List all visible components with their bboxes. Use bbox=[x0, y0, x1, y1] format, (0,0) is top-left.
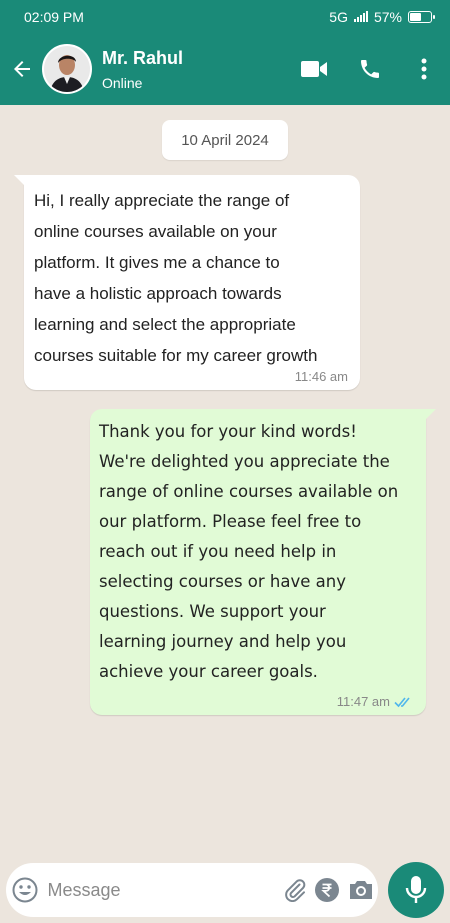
voice-message-button[interactable] bbox=[388, 862, 444, 918]
avatar[interactable] bbox=[42, 44, 92, 94]
battery-icon bbox=[408, 10, 435, 23]
incoming-message[interactable]: Hi, I really appreciate the range of onl… bbox=[14, 175, 360, 390]
more-vertical-icon bbox=[421, 58, 427, 80]
emoji-button[interactable] bbox=[6, 863, 43, 917]
microphone-icon bbox=[405, 876, 427, 903]
chat-area[interactable]: 10 April 2024 Hi, I really appreciate th… bbox=[0, 105, 450, 857]
contact-status: Online bbox=[102, 74, 143, 91]
video-call-button[interactable] bbox=[286, 41, 342, 97]
camera-icon bbox=[349, 881, 372, 899]
signal-icon bbox=[353, 11, 368, 22]
arrow-left-icon bbox=[14, 61, 30, 77]
status-indicators: 5G 57% bbox=[329, 8, 435, 25]
date-separator: 10 April 2024 bbox=[162, 120, 288, 160]
message-time: 11:47 am bbox=[336, 694, 390, 709]
emoji-icon bbox=[12, 877, 38, 903]
outgoing-message[interactable]: Thank you for your kind words! We're del… bbox=[90, 409, 436, 715]
message-text: Thank you for your kind words! We're del… bbox=[99, 422, 399, 681]
contact-name: Mr. Rahul bbox=[102, 47, 184, 68]
composer-bar bbox=[0, 857, 450, 923]
attach-button[interactable] bbox=[279, 863, 311, 917]
contact-photo bbox=[44, 46, 90, 92]
message-box bbox=[6, 863, 378, 917]
back-button[interactable] bbox=[2, 33, 42, 105]
video-call-icon bbox=[301, 61, 327, 77]
message-meta: 11:47 am bbox=[337, 694, 414, 709]
message-text: Hi, I really appreciate the range of onl… bbox=[34, 191, 318, 365]
more-options-button[interactable] bbox=[398, 41, 450, 97]
message-input[interactable] bbox=[43, 879, 280, 901]
battery-fill bbox=[410, 12, 422, 21]
status-time: 02:09 PM bbox=[24, 8, 84, 25]
payment-button[interactable] bbox=[311, 863, 343, 917]
double-check-icon bbox=[394, 696, 410, 707]
network-type: 5G bbox=[329, 8, 348, 25]
status-bar: 02:09 PM 5G 57% bbox=[0, 0, 450, 33]
rupee-icon bbox=[315, 878, 340, 902]
paperclip-icon bbox=[285, 879, 306, 902]
battery-percent: 57% bbox=[373, 8, 402, 25]
header-actions bbox=[286, 41, 450, 97]
contact-info[interactable]: Mr. Rahul Online bbox=[102, 48, 286, 91]
message-time: 11:46 am bbox=[294, 369, 348, 384]
camera-button[interactable] bbox=[343, 863, 378, 917]
voice-call-button[interactable] bbox=[342, 41, 398, 97]
message-meta: 11:46 am bbox=[295, 369, 348, 384]
phone-icon bbox=[361, 60, 379, 78]
chat-header: Mr. Rahul Online bbox=[0, 33, 450, 105]
